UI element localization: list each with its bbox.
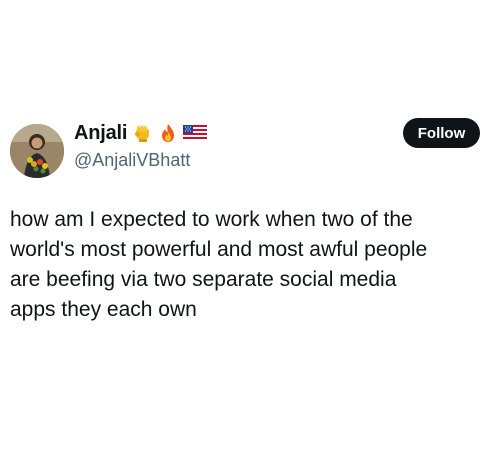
us-flag-icon — [183, 125, 208, 141]
avatar[interactable] — [10, 124, 64, 178]
avatar-image — [10, 124, 64, 178]
follow-button[interactable]: Follow — [403, 118, 480, 148]
tweet-card: Anjali @AnjaliVBhatt Follow how am I exp… — [0, 0, 488, 473]
tweet-text: how am I expected to work when two of th… — [10, 208, 428, 321]
user-name-row: Anjali — [74, 119, 208, 147]
display-name[interactable]: Anjali — [74, 122, 127, 145]
user-handle[interactable]: @AnjaliVBhatt — [74, 150, 190, 171]
raised-fist-icon — [133, 123, 153, 143]
fire-icon — [159, 123, 177, 143]
